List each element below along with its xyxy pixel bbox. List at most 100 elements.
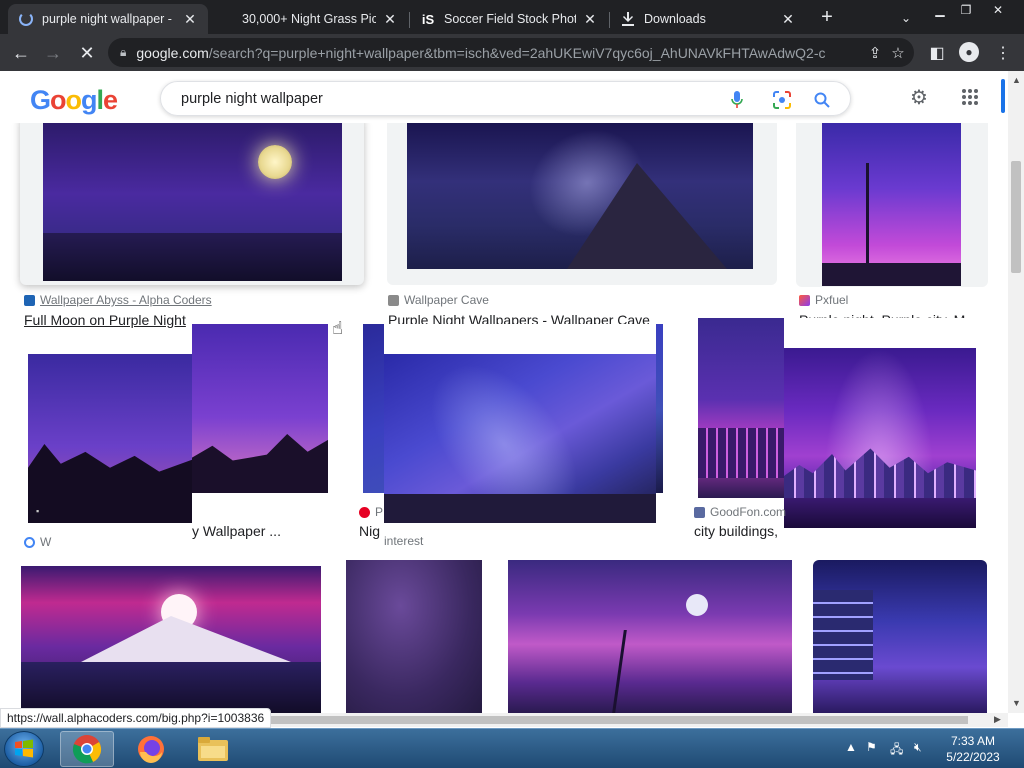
share-icon[interactable]: ⇪ xyxy=(866,44,884,62)
system-clock[interactable]: 7:33 AM 5/22/2023 xyxy=(940,733,1006,765)
result-image-city-skyline[interactable] xyxy=(784,348,976,528)
address-bar[interactable]: 🔒︎ google.com/search?q=purple+night+wall… xyxy=(108,38,914,67)
result-image-night-street[interactable] xyxy=(813,560,987,713)
restore-icon[interactable]: ❐ xyxy=(952,0,980,20)
wallpapers-favicon-icon xyxy=(24,536,35,548)
horizontal-scroll-thumb[interactable] xyxy=(270,716,968,724)
result-image-purple-city[interactable] xyxy=(822,123,961,286)
tab-night-grass[interactable]: 30,000+ Night Grass Pict ✕ xyxy=(212,4,408,34)
source-label: Wallpaper Abyss - Alpha Coders xyxy=(40,293,212,307)
result-image-starry-sky[interactable] xyxy=(346,560,482,713)
result-source[interactable]: Wallpaper Cave xyxy=(388,293,489,307)
moon-shape xyxy=(686,594,708,616)
source-label: W xyxy=(40,535,52,549)
clock-time: 7:33 AM xyxy=(950,734,996,748)
pinterest-favicon-icon xyxy=(359,506,370,518)
file-explorer-taskbar-button[interactable] xyxy=(186,731,240,767)
scroll-right-arrow-icon[interactable]: ▶ xyxy=(994,714,1001,725)
chrome-icon xyxy=(72,735,102,764)
chrome-taskbar-button[interactable] xyxy=(60,731,114,767)
result-source[interactable]: Wallpaper Abyss - Alpha Coders xyxy=(24,293,212,307)
scroll-down-arrow-icon[interactable]: ▼ xyxy=(1012,698,1021,708)
side-panel-icon[interactable]: ◧ xyxy=(926,42,948,64)
result-image-silhouette-trees[interactable] xyxy=(192,324,328,493)
close-tab-icon[interactable]: ✕ xyxy=(582,11,598,27)
search-query: purple night wallpaper xyxy=(181,90,323,107)
tab-downloads[interactable]: Downloads ✕ xyxy=(610,4,806,34)
folder-icon xyxy=(198,737,228,761)
close-tab-icon[interactable]: ✕ xyxy=(182,11,198,27)
result-title[interactable]: city buildings, xyxy=(694,523,784,539)
source-label: Wallpaper Cave xyxy=(404,293,489,307)
close-tab-icon[interactable]: ✕ xyxy=(382,11,398,27)
browser-toolbar: ← → ✕ 🔒︎ google.com/search?q=purple+nigh… xyxy=(0,34,1024,71)
firefox-icon xyxy=(138,736,164,763)
profile-avatar-icon[interactable]: ● xyxy=(959,42,979,62)
url-host: google.com xyxy=(136,44,209,61)
loading-placeholder xyxy=(784,318,976,348)
buildings-shape xyxy=(698,428,784,478)
tab-title: 30,000+ Night Grass Pict xyxy=(242,12,376,26)
back-arrow-icon[interactable]: ← xyxy=(8,40,34,66)
result-title[interactable]: y Wallpaper ... xyxy=(192,523,312,539)
network-icon[interactable]: 🖧︎ xyxy=(890,740,903,761)
tab-title: Downloads xyxy=(644,12,706,26)
clock-date: 5/22/2023 xyxy=(946,750,1000,764)
search-icon[interactable] xyxy=(812,90,832,110)
loading-spinner-icon xyxy=(18,11,34,27)
snowy-mountain-shape xyxy=(81,616,291,662)
result-image-city-lights[interactable] xyxy=(698,318,784,498)
street-shape xyxy=(822,263,961,286)
action-center-flag-icon[interactable]: ⚑ xyxy=(866,740,877,754)
image-results-grid: Wallpaper Abyss - Alpha Coders Full Moon… xyxy=(0,123,1008,713)
bare-tree-shape xyxy=(612,630,684,713)
result-title[interactable]: Nig xyxy=(359,523,384,539)
result-image-moon-mountain[interactable] xyxy=(21,566,321,713)
result-image-trees-lake[interactable]: ▪ xyxy=(28,354,192,523)
wet-street-shape xyxy=(813,680,987,713)
tab-soccer-field[interactable]: iS Soccer Field Stock Photo ✕ xyxy=(410,4,608,34)
windows-taskbar: ▲ ⚑ 🖧︎ 🔇︎ 7:33 AM 5/22/2023 xyxy=(0,728,1024,768)
show-hidden-icons-icon[interactable]: ▲ xyxy=(845,740,857,754)
ground-shape xyxy=(43,233,342,281)
horizon-shape xyxy=(384,494,656,523)
image-badge-icon: ▪ xyxy=(36,506,40,516)
start-button[interactable] xyxy=(4,731,44,767)
treeline-shape xyxy=(28,444,192,523)
result-image-full-moon[interactable] xyxy=(43,123,342,281)
firefox-taskbar-button[interactable] xyxy=(124,731,178,767)
vertical-scroll-thumb[interactable] xyxy=(1011,161,1021,273)
camera-lens-icon[interactable] xyxy=(772,90,792,110)
search-box[interactable]: purple night wallpaper xyxy=(160,81,851,116)
result-source[interactable]: W xyxy=(24,535,51,549)
result-source[interactable]: GoodFon.com xyxy=(694,505,786,519)
result-image-tree-moon[interactable] xyxy=(508,560,792,713)
vertical-scrollbar[interactable]: ▲ ▼ xyxy=(1008,71,1024,713)
google-logo[interactable]: Google xyxy=(30,85,118,116)
result-title[interactable]: Full Moon on Purple Night xyxy=(24,312,204,328)
water-reflection-shape xyxy=(784,498,976,528)
result-image-milky-way[interactable] xyxy=(384,354,656,523)
forward-arrow-icon[interactable]: → xyxy=(40,40,66,66)
mountain-shape xyxy=(567,163,727,269)
tab-purple-night[interactable]: purple night wallpaper - G ✕ xyxy=(8,4,208,34)
minimize-icon[interactable]: ▁ xyxy=(926,0,954,20)
goodfon-favicon-icon xyxy=(694,506,705,518)
plus-icon[interactable]: + xyxy=(814,6,840,28)
result-image-milky-way-mountain[interactable] xyxy=(407,123,753,269)
close-window-icon[interactable]: ✕ xyxy=(984,0,1012,20)
close-tab-icon[interactable]: ✕ xyxy=(780,11,796,27)
gear-icon[interactable]: ⚙ xyxy=(907,85,931,109)
scroll-up-arrow-icon[interactable]: ▲ xyxy=(1012,75,1021,85)
result-source[interactable]: Pxfuel xyxy=(799,293,848,307)
apps-grid-icon[interactable] xyxy=(958,85,982,109)
result-source[interactable]: P xyxy=(359,505,383,519)
star-icon[interactable]: ☆ xyxy=(889,44,907,62)
stop-loading-icon[interactable]: ✕ xyxy=(74,40,100,66)
microphone-icon[interactable] xyxy=(727,90,747,110)
chevron-down-icon[interactable]: ⌄ xyxy=(892,8,920,28)
overlay-caption: interest xyxy=(384,534,424,548)
volume-muted-icon[interactable]: 🔇︎ xyxy=(914,740,922,755)
url-text: google.com/search?q=purple+night+wallpap… xyxy=(136,45,826,61)
menu-kebab-icon[interactable]: ⋮ xyxy=(992,42,1014,64)
